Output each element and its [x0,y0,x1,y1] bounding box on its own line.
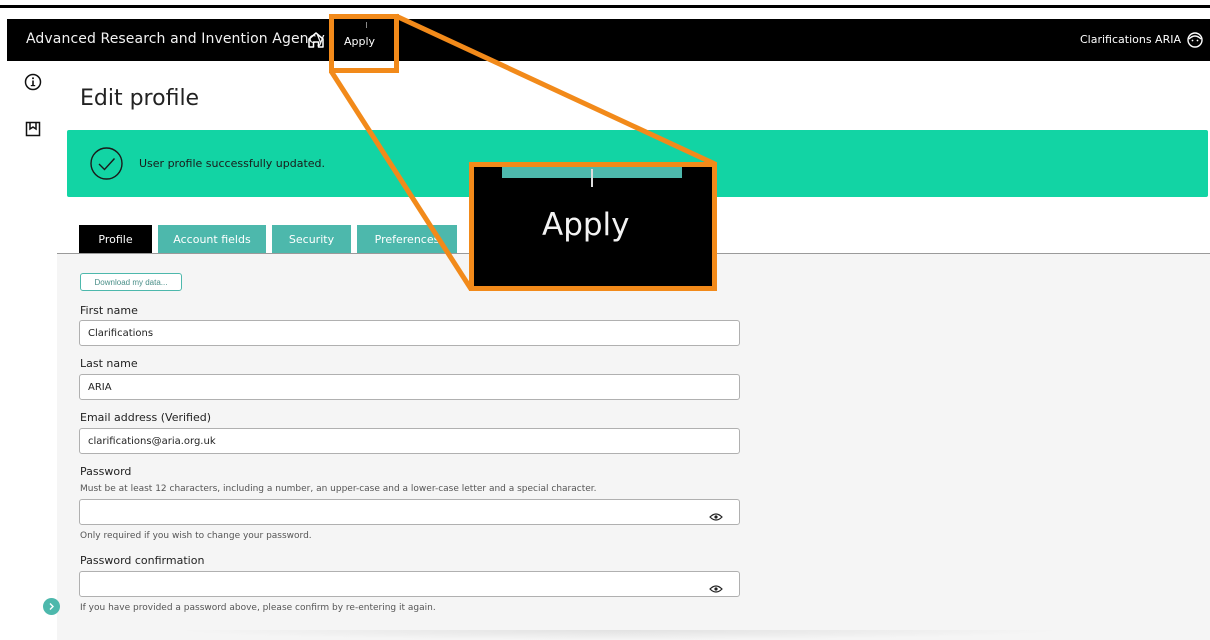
callout-zoom-panel: Apply [469,162,717,291]
brand-name[interactable]: Advanced Research and Invention Agency [26,31,325,47]
success-message: User profile successfully updated. [139,157,326,170]
chevron-right-icon [49,603,54,610]
zoom-tick [591,169,593,187]
show-password-eye-icon[interactable] [709,507,723,521]
tab-security-label: Security [288,233,335,246]
last-name-field[interactable] [79,374,740,400]
tab-profile-label: Profile [98,233,133,246]
download-data-button[interactable]: Download my data... [80,273,182,291]
callout-highlight-box [329,14,399,73]
check-circle-icon [89,146,124,181]
email-field[interactable] [79,428,740,454]
password-requirements-hint: Must be at least 12 characters, includin… [80,484,597,494]
tab-security[interactable]: Security [272,225,351,254]
email-label: Email address (Verified) [80,411,212,424]
last-name-label: Last name [80,357,138,370]
zoom-apply-label: Apply [542,207,630,243]
sidebar-expand-button[interactable] [43,598,60,615]
show-password-confirm-eye-icon[interactable] [709,579,723,593]
page-title: Edit profile [80,86,200,111]
password-confirm-label: Password confirmation [80,554,205,567]
home-icon[interactable] [305,29,327,51]
top-rule [0,0,1210,8]
tab-account-fields[interactable]: Account fields [158,225,266,254]
tab-account-fields-label: Account fields [173,233,251,246]
tab-profile[interactable]: Profile [79,225,152,254]
password-confirm-note: If you have provided a password above, p… [80,603,436,613]
top-navbar: Advanced Research and Invention Agency A… [7,19,1210,61]
first-name-label: First name [80,304,138,317]
user-menu-name[interactable]: Clarifications ARIA [1080,33,1181,46]
password-label: Password [80,465,132,478]
bottom-shadow [170,630,1070,640]
password-note: Only required if you wish to change your… [80,531,312,541]
info-icon[interactable] [24,73,42,91]
tab-preferences-label: Preferences [374,233,440,246]
bookmark-icon[interactable] [24,120,42,138]
password-field[interactable] [79,499,740,525]
first-name-field[interactable] [79,320,740,346]
password-confirm-field[interactable] [79,571,740,597]
user-avatar-icon[interactable] [1186,31,1204,49]
tab-preferences[interactable]: Preferences [357,225,457,254]
